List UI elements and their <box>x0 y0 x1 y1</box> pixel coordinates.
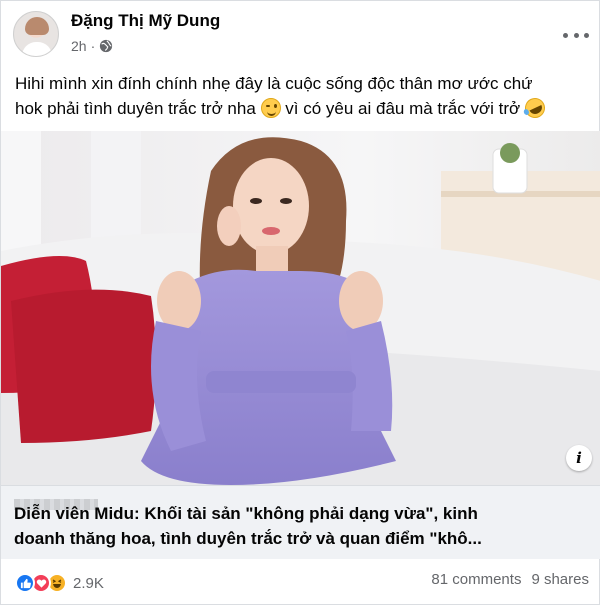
post-card: Đặng Thị Mỹ Dung 2h · Hihi mình xin đính… <box>0 0 600 605</box>
comments-count[interactable]: 81 comments <box>431 571 521 588</box>
info-icon[interactable]: i <box>566 445 592 471</box>
winking-face-icon <box>260 98 281 118</box>
separator-dot: · <box>90 38 96 54</box>
post-text: Hihi mình xin đính chính nhẹ đây là cuộc… <box>15 71 590 122</box>
shares-count[interactable]: 9 shares <box>531 571 589 588</box>
post-meta: 2h · <box>71 38 113 54</box>
link-preview-image[interactable] <box>1 131 600 485</box>
reaction-count: 2.9K <box>73 574 104 592</box>
link-preview-info[interactable]: Diễn viên Midu: Khối tài sản "không phải… <box>1 485 600 559</box>
author-avatar[interactable] <box>13 11 59 57</box>
more-options-icon[interactable] <box>563 25 589 45</box>
globe-icon <box>100 39 113 53</box>
reactions-summary[interactable]: 2.9K <box>15 571 104 595</box>
post-time[interactable]: 2h <box>71 38 87 54</box>
post-stats: 81 comments 9 shares <box>431 571 589 588</box>
post-text-line1: Hihi mình xin đính chính nhẹ đây là cuộc… <box>15 74 533 93</box>
post-header: Đặng Thị Mỹ Dung 2h · <box>1 1 600 63</box>
rofl-face-icon <box>521 94 549 122</box>
link-title: Diễn viên Midu: Khối tài sản "không phải… <box>14 501 589 551</box>
author-name[interactable]: Đặng Thị Mỹ Dung <box>71 11 220 31</box>
link-title-line1: Diễn viên Midu: Khối tài sản "không phải… <box>14 504 478 523</box>
post-text-line2b: vì có yêu ai đâu mà trắc với trở <box>285 99 521 118</box>
post-footer: 2.9K 81 comments 9 shares <box>1 561 600 605</box>
link-title-line2: doanh thăng hoa, tình duyên trắc trở và … <box>14 529 482 548</box>
post-text-line2a: hok phải tình duyên trắc trở nha <box>15 99 256 118</box>
like-reaction-icon <box>15 573 35 593</box>
